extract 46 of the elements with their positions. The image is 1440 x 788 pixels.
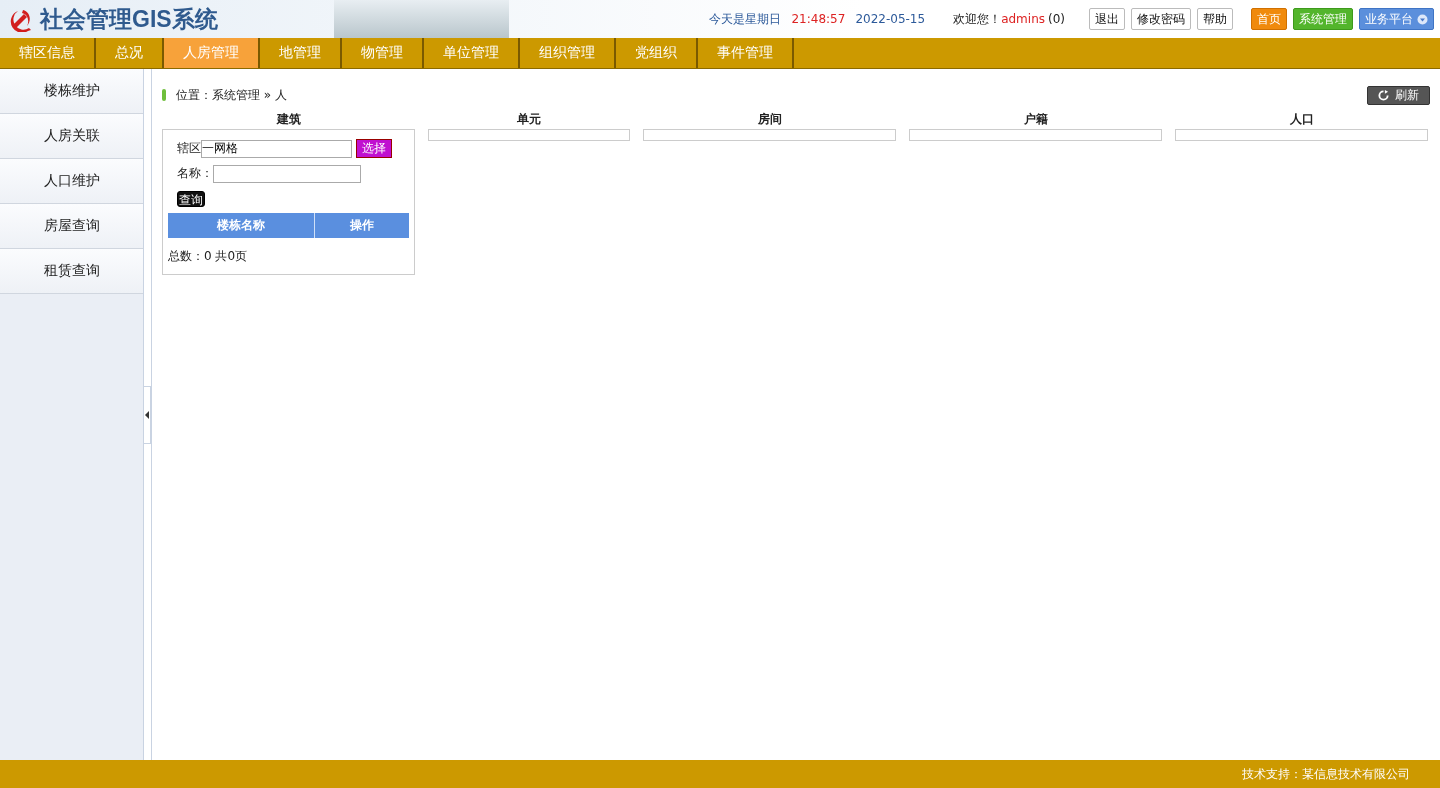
sidebar-item[interactable]: 房屋查询 [0,204,143,249]
field-label: 名称： [177,165,213,182]
username-text: admins [1001,12,1045,26]
nav-tab[interactable]: 组织管理 [520,38,616,68]
column-heading: 户籍 [1022,111,1049,128]
footer-text: 技术支持：某信息技术有限公司 [0,760,1440,788]
refresh-button[interactable]: 刷新 [1367,85,1430,105]
header-button[interactable]: 业务平台 [1359,8,1434,30]
collapse-handle[interactable] [143,385,151,444]
header-button[interactable]: 退出 [1089,8,1125,30]
breadcrumb: 位置：系统管理 » 人 [176,86,288,104]
column-heading: 单元 [516,111,542,128]
refresh-icon [1378,89,1389,101]
dropdown-icon [1417,13,1428,25]
clock-time: 21:48:57 [791,12,846,26]
message-count: (0) [1048,12,1065,26]
table-header: 楼栋名称 [168,213,315,238]
pagination-summary: 总数：0 共0页 [168,248,249,265]
header-button[interactable]: 系统管理 [1293,8,1353,30]
header-button[interactable]: 修改密码 [1131,8,1191,30]
column-heading: 房间 [756,111,783,128]
location-marker-icon [162,89,166,101]
header-button[interactable]: 首页 [1251,8,1287,30]
date-text: 2022-05-15 [855,12,926,26]
nav-tab[interactable]: 地管理 [260,38,342,68]
select-button[interactable]: 选择 [356,139,392,158]
sidebar-item[interactable]: 人口维护 [0,159,143,204]
name-input[interactable] [213,164,361,183]
sidebar-item[interactable]: 楼栋维护 [0,69,143,114]
nav-tab[interactable]: 党组织 [616,38,698,68]
table-header: 操作 [349,217,375,234]
collapse-arrow-icon [145,410,149,419]
app-title: 社会管理GIS系统 [40,4,218,34]
weekday-text: 今天是星期日 [709,10,782,28]
district-input[interactable]: 一网格 [201,139,352,158]
nav-tab[interactable]: 物管理 [342,38,424,68]
header-button[interactable]: 帮助 [1197,8,1233,30]
column-heading: 人口 [1288,111,1315,128]
sidebar-item[interactable]: 租赁查询 [0,249,143,294]
nav-tab[interactable]: 单位管理 [424,38,520,68]
sidebar-item[interactable]: 人房关联 [0,114,143,159]
query-button[interactable]: 查询 [177,190,205,207]
column-heading: 建筑 [275,111,302,128]
nav-tab[interactable]: 事件管理 [698,38,794,68]
welcome-text: 欢迎您！ [953,10,1002,28]
field-label: 辖区 [177,140,201,157]
